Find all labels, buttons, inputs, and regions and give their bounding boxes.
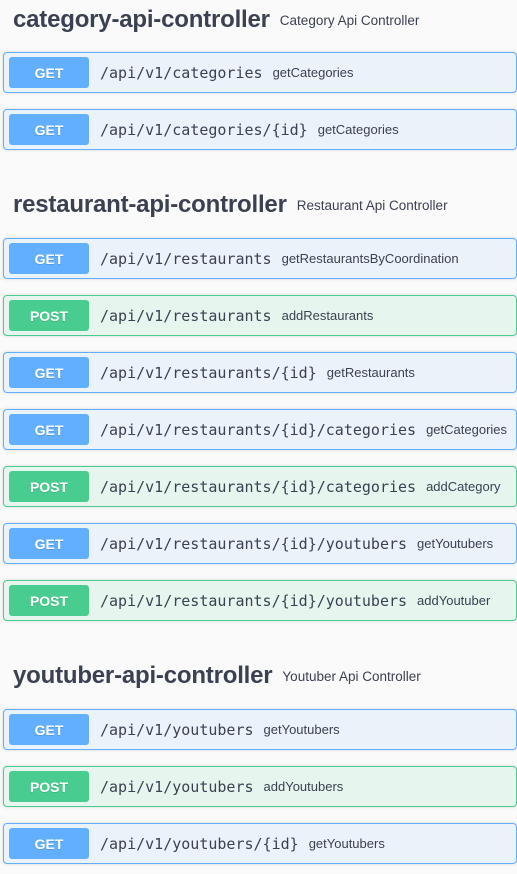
method-badge: GET xyxy=(9,828,89,859)
section-category-api-controller: category-api-controller Category Api Con… xyxy=(0,0,517,38)
section-description: Category Api Controller xyxy=(279,12,420,28)
operation-get-restaurant-youtubers[interactable]: GET /api/v1/restaurants/{id}/youtubers g… xyxy=(3,523,517,564)
operation-path: /api/v1/restaurants xyxy=(100,306,272,325)
operation-get-restaurant-by-id[interactable]: GET /api/v1/restaurants/{id} getRestaura… xyxy=(3,352,517,393)
operation-path: /api/v1/restaurants/{id}/categories xyxy=(100,420,417,439)
operation-path: /api/v1/youtubers/{id} xyxy=(100,834,299,853)
operation-post-restaurants[interactable]: POST /api/v1/restaurants addRestaurants xyxy=(3,295,517,336)
operation-get-restaurants[interactable]: GET /api/v1/restaurants getRestaurantsBy… xyxy=(3,238,517,279)
operation-get-youtuber-by-id[interactable]: GET /api/v1/youtubers/{id} getYoutubers xyxy=(3,823,517,864)
operation-path: /api/v1/restaurants/{id} xyxy=(100,363,317,382)
method-badge: GET xyxy=(9,243,89,274)
section-description: Restaurant Api Controller xyxy=(296,197,448,213)
operation-post-restaurant-youtuber[interactable]: POST /api/v1/restaurants/{id}/youtubers … xyxy=(3,580,517,621)
operation-summary: getRestaurantsByCoordination xyxy=(281,251,459,266)
section-header[interactable]: category-api-controller Category Api Con… xyxy=(0,0,517,38)
section-restaurant-api-controller: restaurant-api-controller Restaurant Api… xyxy=(0,181,517,223)
operation-path: /api/v1/restaurants xyxy=(100,249,272,268)
operation-path: /api/v1/categories/{id} xyxy=(100,120,308,139)
method-badge: GET xyxy=(9,57,89,88)
operation-summary: getCategories xyxy=(426,422,508,437)
operation-get-category-by-id[interactable]: GET /api/v1/categories/{id} getCategorie… xyxy=(3,109,517,150)
section-title: restaurant-api-controller xyxy=(13,191,287,218)
operation-path: /api/v1/restaurants/{id}/youtubers xyxy=(100,591,408,610)
section-title: category-api-controller xyxy=(13,6,270,33)
method-badge: POST xyxy=(9,771,89,802)
method-badge: GET xyxy=(9,114,89,145)
operation-get-categories[interactable]: GET /api/v1/categories getCategories xyxy=(3,52,517,93)
section-header[interactable]: youtuber-api-controller Youtuber Api Con… xyxy=(0,652,517,694)
method-badge: GET xyxy=(9,714,89,745)
section-title: youtuber-api-controller xyxy=(13,662,273,689)
method-badge: GET xyxy=(9,528,89,559)
operation-summary: addYoutuber xyxy=(417,593,491,608)
operation-path: /api/v1/youtubers xyxy=(100,777,254,796)
operation-path: /api/v1/youtubers xyxy=(100,720,254,739)
operation-summary: getYoutubers xyxy=(263,722,340,737)
operation-path: /api/v1/restaurants/{id}/categories xyxy=(100,477,417,496)
operation-post-youtubers[interactable]: POST /api/v1/youtubers addYoutubers xyxy=(3,766,517,807)
operation-summary: getCategories xyxy=(272,65,354,80)
operation-summary: addYoutubers xyxy=(263,779,344,794)
section-description: Youtuber Api Controller xyxy=(282,668,421,684)
method-badge: POST xyxy=(9,585,89,616)
operation-summary: addRestaurants xyxy=(281,308,374,323)
operation-path: /api/v1/restaurants/{id}/youtubers xyxy=(100,534,408,553)
operation-summary: getCategories xyxy=(317,122,399,137)
method-badge: GET xyxy=(9,357,89,388)
operation-summary: getYoutubers xyxy=(308,836,385,851)
operation-path: /api/v1/categories xyxy=(100,63,263,82)
method-badge: POST xyxy=(9,471,89,502)
method-badge: GET xyxy=(9,414,89,445)
method-badge: POST xyxy=(9,300,89,331)
operation-post-restaurant-category[interactable]: POST /api/v1/restaurants/{id}/categories… xyxy=(3,466,517,507)
operation-get-restaurant-categories[interactable]: GET /api/v1/restaurants/{id}/categories … xyxy=(3,409,517,450)
section-youtuber-api-controller: youtuber-api-controller Youtuber Api Con… xyxy=(0,652,517,694)
operation-summary: getRestaurants xyxy=(326,365,415,380)
operation-summary: getYoutubers xyxy=(417,536,494,551)
section-header[interactable]: restaurant-api-controller Restaurant Api… xyxy=(0,181,517,223)
operation-summary: addCategory xyxy=(426,479,501,494)
operation-get-youtubers[interactable]: GET /api/v1/youtubers getYoutubers xyxy=(3,709,517,750)
